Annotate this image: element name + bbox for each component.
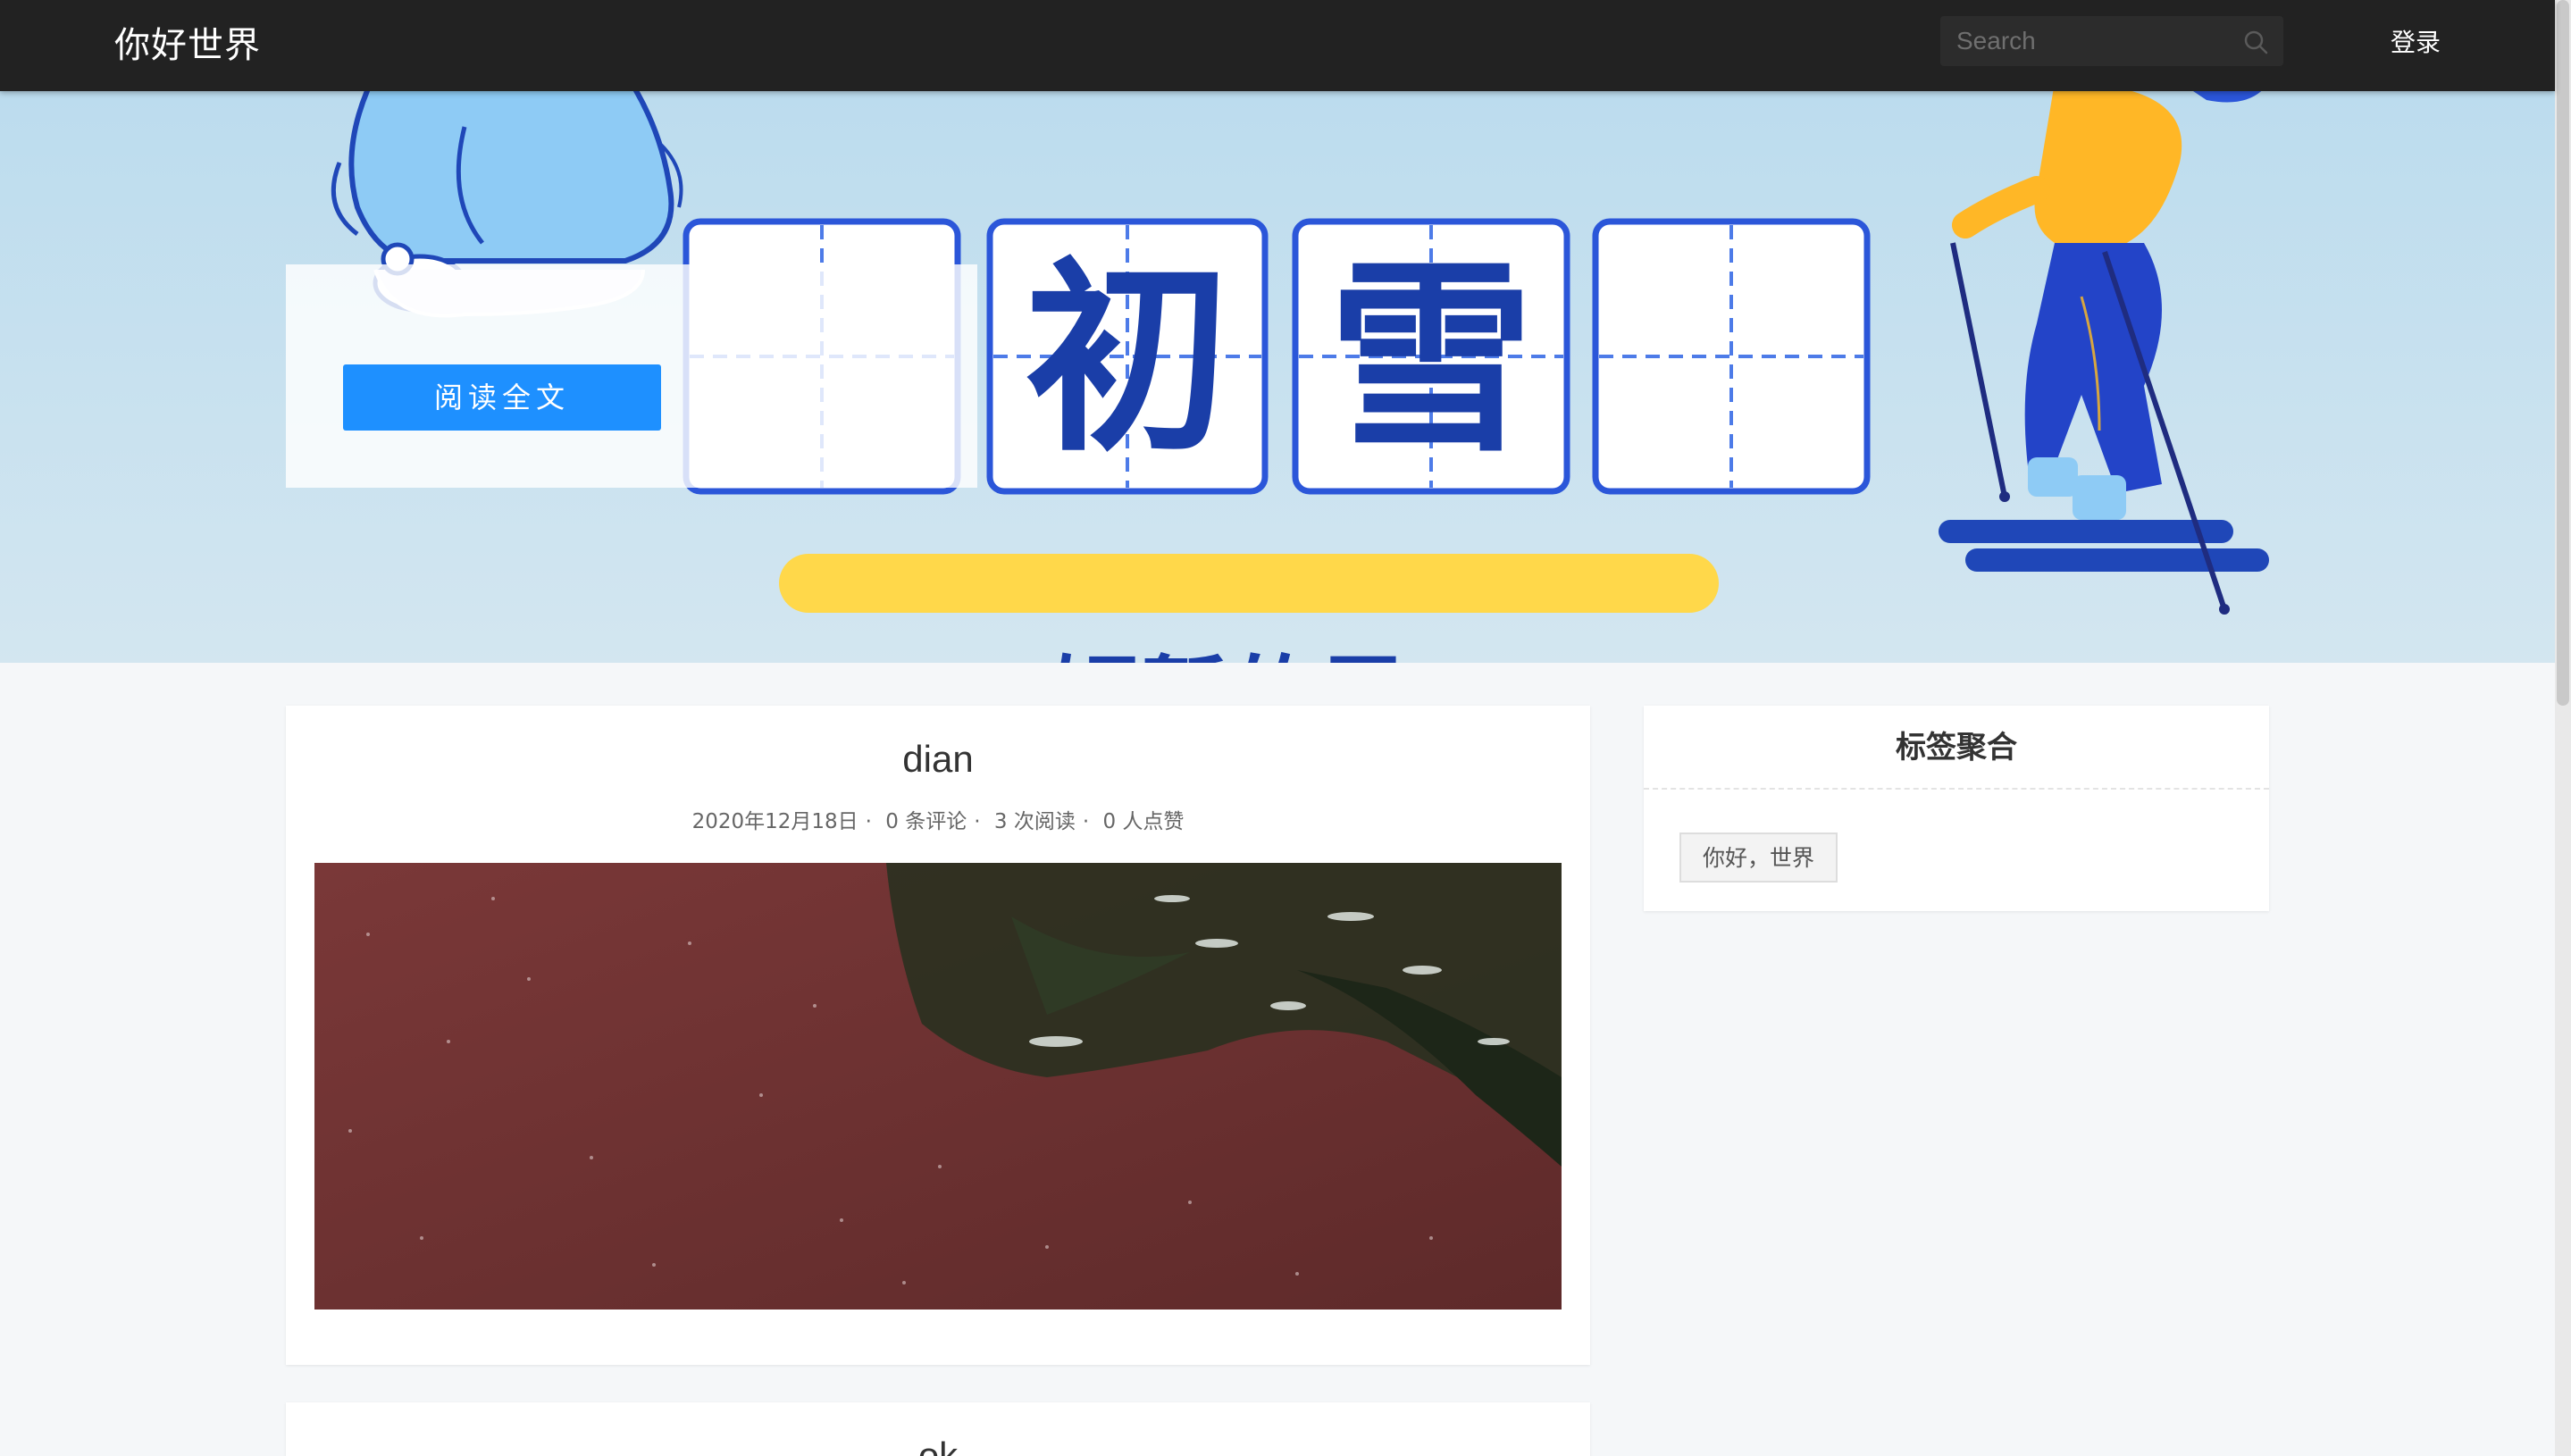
- banner-subtitle: 短暂的雪: [1052, 627, 1410, 663]
- post-like-count: 0 人点赞: [1102, 810, 1185, 833]
- banner-char-1: 初: [1025, 241, 1230, 480]
- snowy-wall-pine-image: [314, 863, 1562, 1310]
- subtitle-highlight-bar: [779, 554, 1719, 613]
- post-meta: 2020年12月18日 · 0 条评论 · 3 次阅读 · 0 人点赞: [286, 804, 1590, 834]
- tag-item[interactable]: 你好，世界: [1679, 833, 1838, 883]
- tag-cloud-widget: 标签聚合 你好，世界: [1644, 706, 2269, 911]
- post-title[interactable]: ok: [286, 1435, 1590, 1456]
- top-navbar: 你好世界 登录: [0, 0, 2555, 91]
- post-card: ok: [286, 1402, 1590, 1456]
- meta-separator: ·: [974, 810, 981, 833]
- post-cover-image[interactable]: [314, 863, 1562, 1310]
- post-card: dian 2020年12月18日 · 0 条评论 · 3 次阅读 · 0 人点赞: [286, 706, 1590, 1365]
- post-read-count: 3 次阅读: [993, 810, 1076, 833]
- meta-separator: ·: [1082, 810, 1090, 833]
- search-box[interactable]: [1940, 16, 2283, 66]
- site-brand[interactable]: 你好世界: [114, 16, 261, 68]
- search-icon[interactable]: [2242, 29, 2269, 55]
- read-full-article-button[interactable]: 阅读全文: [343, 364, 661, 431]
- post-title[interactable]: dian: [286, 738, 1590, 781]
- search-input[interactable]: [1956, 25, 2224, 57]
- tag-widget-title: 标签聚合: [1644, 706, 2269, 790]
- skier-illustration: [1939, 91, 2269, 615]
- banner-char-2: 雪: [1328, 241, 1534, 480]
- post-comments-count: 0 条评论: [885, 810, 967, 833]
- page-scrollbar[interactable]: [2555, 0, 2571, 1456]
- post-date: 2020年12月18日: [691, 810, 858, 833]
- login-link[interactable]: 登录: [2391, 23, 2441, 59]
- meta-separator: ·: [865, 810, 872, 833]
- scrollbar-thumb[interactable]: [2557, 0, 2569, 706]
